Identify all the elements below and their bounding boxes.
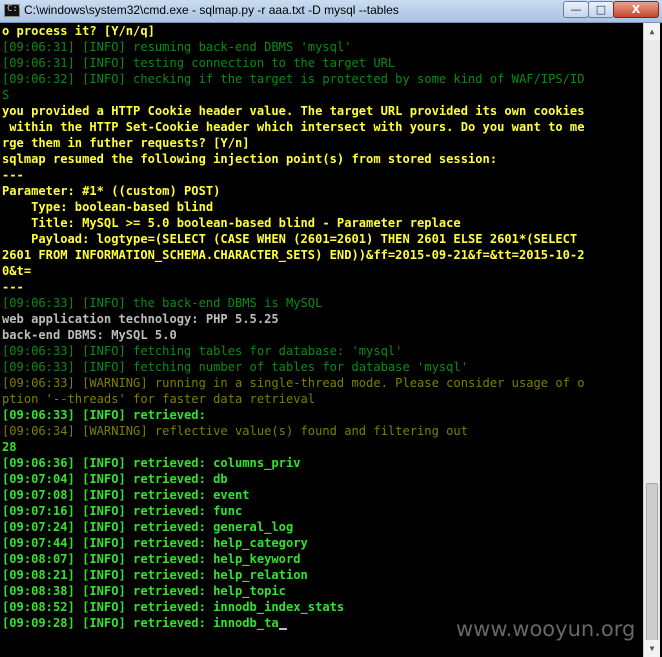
console-line: sqlmap resumed the following injection p…	[2, 151, 497, 167]
console-line: [09:06:33] [WARNING] running in a single…	[2, 375, 584, 391]
console-line: [09:06:33] [INFO] fetching number of tab…	[2, 359, 468, 375]
console-line-text: [09:07:08] [INFO] retrieved: event	[2, 488, 250, 502]
console-line: [09:07:44] [INFO] retrieved: help_catego…	[2, 535, 308, 551]
console-line-text: 0&t=	[2, 264, 32, 278]
console-line-text: you provided a HTTP Cookie header value.…	[2, 104, 585, 118]
watermark: www.wooyun.org	[456, 617, 636, 641]
console-line: you provided a HTTP Cookie header value.…	[2, 103, 584, 119]
console-line-text: web application technology: PHP 5.5.25	[2, 312, 279, 326]
console-line-text: 28	[2, 440, 17, 454]
console-line: [09:07:04] [INFO] retrieved: db	[2, 471, 228, 487]
console-line: [09:07:08] [INFO] retrieved: event	[2, 487, 250, 503]
console-line: within the HTTP Set-Cookie header which …	[2, 119, 584, 135]
console-line: web application technology: PHP 5.5.25	[2, 311, 279, 327]
minimize-icon: —	[570, 3, 582, 16]
scroll-up-button[interactable]: ▲	[644, 23, 660, 40]
console-line-text: [09:06:33] [INFO] fetching number of tab…	[2, 360, 468, 374]
console-line-text: [09:06:34] [WARNING] reflective value(s)…	[2, 424, 468, 438]
console-line: Parameter: #1* ((custom) POST)	[2, 183, 220, 199]
console-line-text: [09:08:52] [INFO] retrieved: innodb_inde…	[2, 600, 345, 614]
console-line-text: S	[2, 88, 10, 102]
console-line: [09:09:28] [INFO] retrieved: innodb_ta	[2, 615, 287, 631]
console-line: ---	[2, 279, 24, 295]
console-line: [09:08:21] [INFO] retrieved: help_relati…	[2, 567, 308, 583]
close-button[interactable]: X	[613, 1, 659, 18]
console-line: [09:06:32] [INFO] checking if the target…	[2, 71, 584, 87]
console-line: rge them in futher requests? [Y/n]	[2, 135, 250, 151]
console-line: 28	[2, 439, 17, 455]
console-line: [09:08:52] [INFO] retrieved: innodb_inde…	[2, 599, 344, 615]
scroll-down-arrow-icon: ▼	[649, 644, 655, 653]
console-line-text: [09:06:33] [INFO] retrieved:	[2, 408, 206, 422]
console-line-text: o process it? [Y/n/q]	[2, 24, 155, 38]
console-line: o process it? [Y/n/q]	[2, 23, 155, 39]
scrollbar-thumb[interactable]	[646, 483, 658, 653]
cmd-icon[interactable]: C:\	[4, 4, 24, 17]
console-line: [09:08:38] [INFO] retrieved: help_topic	[2, 583, 286, 599]
console-line-text: within the HTTP Set-Cookie header which …	[2, 120, 585, 134]
console-line: [09:07:16] [INFO] retrieved: func	[2, 503, 242, 519]
console-line-text: [09:06:32] [INFO] checking if the target…	[2, 72, 585, 86]
console-line-text: rge them in futher requests? [Y/n]	[2, 136, 250, 150]
console-line: 2601 FROM INFORMATION_SCHEMA.CHARACTER_S…	[2, 247, 584, 263]
console-line-text: [09:06:33] [WARNING] running in a single…	[2, 376, 585, 390]
console-line-text: [09:06:31] [INFO] resuming back-end DBMS…	[2, 40, 352, 54]
console-line-text: ption '--threads' for faster data retrie…	[2, 392, 316, 406]
console-line-text: [09:08:07] [INFO] retrieved: help_keywor…	[2, 552, 301, 566]
console-line-text: [09:07:04] [INFO] retrieved: db	[2, 472, 228, 486]
scroll-up-arrow-icon: ▲	[649, 27, 655, 36]
cmd-icon-label: C:\	[7, 4, 24, 14]
console-line: [09:07:24] [INFO] retrieved: general_log	[2, 519, 293, 535]
console-line: [09:06:31] [INFO] testing connection to …	[2, 55, 395, 71]
console-line-text: [09:07:24] [INFO] retrieved: general_log	[2, 520, 294, 534]
console-line-text: ---	[2, 280, 24, 294]
title-bar[interactable]: C:\ C:\windows\system32\cmd.exe - sqlmap…	[0, 0, 662, 23]
close-icon: X	[631, 3, 641, 16]
console-line-text: [09:07:16] [INFO] retrieved: func	[2, 504, 243, 518]
console-line: ption '--threads' for faster data retrie…	[2, 391, 315, 407]
maximize-button[interactable]: □	[588, 1, 614, 18]
console-line: Type: boolean-based blind	[2, 199, 213, 215]
console-line: [09:06:33] [INFO] fetching tables for da…	[2, 343, 402, 359]
console-line-text: ---	[2, 168, 24, 182]
console-line: back-end DBMS: MySQL 5.0	[2, 327, 177, 343]
console-line: Payload: logtype=(SELECT (CASE WHEN (260…	[2, 231, 577, 247]
console-line-text: [09:06:33] [INFO] the back-end DBMS is M…	[2, 296, 323, 310]
console-window: C:\ C:\windows\system32\cmd.exe - sqlmap…	[0, 0, 662, 657]
console-line-text: Parameter: #1* ((custom) POST)	[2, 184, 221, 198]
console-line: Title: MySQL >= 5.0 boolean-based blind …	[2, 215, 461, 231]
console-line-text: [09:06:33] [INFO] fetching tables for da…	[2, 344, 403, 358]
console-line-text: [09:08:38] [INFO] retrieved: help_topic	[2, 584, 286, 598]
console-line: [09:06:36] [INFO] retrieved: columns_pri…	[2, 455, 301, 471]
scroll-down-button[interactable]: ▼	[644, 640, 660, 657]
console-line-text: Payload: logtype=(SELECT (CASE WHEN (260…	[2, 232, 578, 246]
console-line-text: sqlmap resumed the following injection p…	[2, 152, 498, 166]
console-line: ---	[2, 167, 24, 183]
console-line: [09:06:33] [INFO] retrieved:	[2, 407, 206, 423]
console-line: 0&t=	[2, 263, 31, 279]
console-output[interactable]: o process it? [Y/n/q] [09:06:31] [INFO] r…	[2, 23, 642, 657]
console-line: S	[2, 87, 9, 103]
console-line-text: [09:09:28] [INFO] retrieved: innodb_ta	[2, 616, 279, 630]
console-line: [09:06:33] [INFO] the back-end DBMS is M…	[2, 295, 322, 311]
console-line-text: [09:06:31] [INFO] testing connection to …	[2, 56, 396, 70]
maximize-icon: □	[595, 3, 607, 16]
console-line-text: [09:08:21] [INFO] retrieved: help_relati…	[2, 568, 308, 582]
console-line-text: [09:07:44] [INFO] retrieved: help_catego…	[2, 536, 308, 550]
window-title: C:\windows\system32\cmd.exe - sqlmap.py …	[24, 3, 399, 17]
console-line: [09:08:07] [INFO] retrieved: help_keywor…	[2, 551, 301, 567]
minimize-button[interactable]: —	[563, 1, 589, 18]
vertical-scrollbar[interactable]: ▲ ▼	[643, 23, 660, 657]
console-line-text: Type: boolean-based blind	[2, 200, 214, 214]
console-line: [09:06:34] [WARNING] reflective value(s)…	[2, 423, 468, 439]
console-line-text: back-end DBMS: MySQL 5.0	[2, 328, 177, 342]
console-line: [09:06:31] [INFO] resuming back-end DBMS…	[2, 39, 352, 55]
text-cursor	[278, 628, 287, 630]
console-line-text: 2601 FROM INFORMATION_SCHEMA.CHARACTER_S…	[2, 248, 585, 262]
console-line-text: [09:06:36] [INFO] retrieved: columns_pri…	[2, 456, 301, 470]
console-line-text: Title: MySQL >= 5.0 boolean-based blind …	[2, 216, 461, 230]
